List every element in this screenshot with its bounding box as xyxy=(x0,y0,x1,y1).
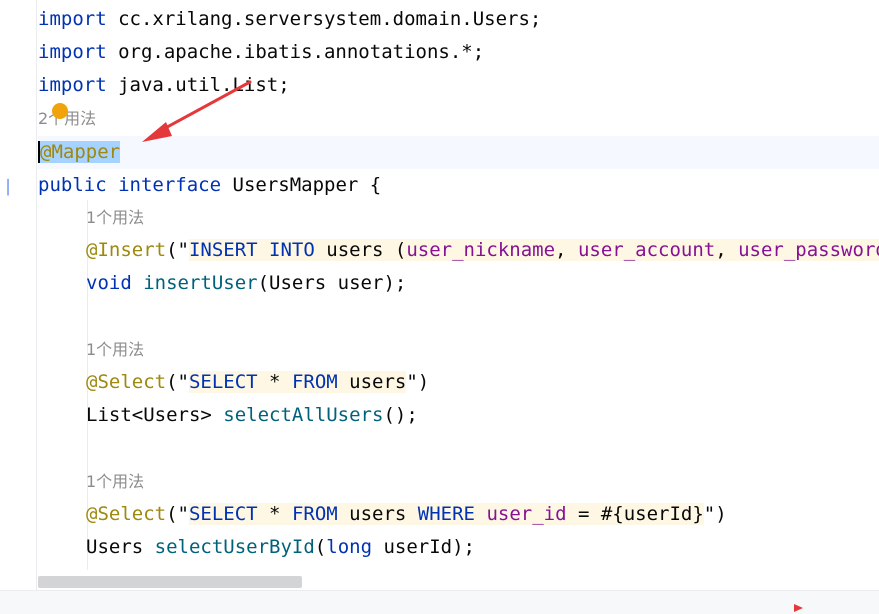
error-indicator-icon[interactable] xyxy=(794,604,803,612)
select-annotation: @Select xyxy=(86,371,167,393)
sql-string: ("INSERT INTO users (user_nickname, user… xyxy=(166,239,879,261)
code-token-col: user_account xyxy=(577,239,716,261)
signature-text: void insertUser(Users user); xyxy=(86,272,406,294)
code-token-sqlkw: WHERE xyxy=(417,503,475,525)
code-token-plain: (); xyxy=(383,404,418,426)
code-token-plain: (Users user); xyxy=(257,272,407,294)
code-token-fn: selectAllUsers xyxy=(223,404,384,426)
import-line-1: import cc.xrilang.serversystem.domain.Us… xyxy=(38,3,541,36)
code-token-plain: (" xyxy=(166,371,189,393)
method-signature: void insertUser(Users user); xyxy=(86,267,406,300)
code-token-sqlkw: SELECT xyxy=(188,503,258,525)
usage-hint-method[interactable]: 1个用法 xyxy=(86,465,144,498)
gutter-divider xyxy=(36,0,37,590)
annotation-line: @Select("SELECT * FROM users") xyxy=(86,366,429,399)
interface-declaration: public interface UsersMapper { xyxy=(38,169,381,202)
sql-string: ("SELECT * FROM users WHERE user_id = #{… xyxy=(166,503,727,525)
usage-hint-method[interactable]: 1个用法 xyxy=(86,201,144,234)
code-token-fn: selectUserById xyxy=(154,536,315,558)
import-path: org.apache.ibatis.annotations.*; xyxy=(118,41,485,63)
code-token-sqlkw: SELECT xyxy=(188,371,258,393)
horizontal-scrollbar[interactable] xyxy=(38,576,302,588)
code-token-plain: users xyxy=(337,503,418,525)
interface-name: UsersMapper xyxy=(232,174,359,196)
public-keyword: public xyxy=(38,174,107,196)
code-token-plain: users ( xyxy=(314,239,407,261)
usage-hint-method[interactable]: 1个用法 xyxy=(86,333,144,366)
import-path: cc.xrilang.serversystem.domain.Users; xyxy=(118,8,542,30)
import-keyword: import xyxy=(38,74,107,96)
code-token-sqlkw: FROM xyxy=(291,503,338,525)
method-signature: List<Users> selectAllUsers(); xyxy=(86,399,418,432)
annotation-line: @Select("SELECT * FROM users WHERE user_… xyxy=(86,498,727,531)
method-signature: Users selectUserById(long userId); xyxy=(86,531,475,564)
sql-string: ("SELECT * FROM users") xyxy=(166,371,429,393)
import-keyword: import xyxy=(38,8,107,30)
code-token-kw: long xyxy=(326,536,373,558)
code-token-plain: List<Users> xyxy=(86,404,224,426)
open-brace: { xyxy=(358,174,382,196)
code-token-sqlkw: FROM xyxy=(291,371,338,393)
code-token-col: user_id xyxy=(486,503,567,525)
interface-keyword: interface xyxy=(118,174,222,196)
code-token-plain xyxy=(474,503,487,525)
bottom-bar xyxy=(0,590,879,614)
implementation-gutter-icon[interactable]: ▕ xyxy=(0,180,8,196)
annotation-line: @Insert("INSERT INTO users (user_nicknam… xyxy=(86,234,879,267)
code-token-plain: Users xyxy=(86,536,155,558)
code-token-plain: ") xyxy=(703,503,727,525)
code-token-plain: * xyxy=(257,371,292,393)
code-token-col: user_password xyxy=(738,239,879,261)
insert-annotation: @Insert xyxy=(86,239,167,261)
code-token-plain: (" xyxy=(166,239,189,261)
import-keyword: import xyxy=(38,41,107,63)
intention-bulb-icon[interactable] xyxy=(52,103,68,119)
code-token-plain: ") xyxy=(406,371,430,393)
signature-text: Users selectUserById(long userId); xyxy=(86,536,475,558)
red-annotation-arrow xyxy=(142,80,252,142)
select-annotation: @Select xyxy=(86,503,167,525)
editor-gutter[interactable]: ▕ xyxy=(0,0,37,590)
code-token-fn: insertUser xyxy=(143,272,258,294)
code-token-sqlkw: INSERT INTO xyxy=(188,239,315,261)
code-token-plain: users xyxy=(337,371,407,393)
code-token-plain: userId); xyxy=(372,536,475,558)
code-token-plain: , xyxy=(555,239,578,261)
signature-text: List<Users> selectAllUsers(); xyxy=(86,404,418,426)
code-token-plain: * xyxy=(257,503,292,525)
code-token-plain: , xyxy=(715,239,739,261)
code-token-col: user_nickname xyxy=(406,239,556,261)
import-line-2: import org.apache.ibatis.annotations.*; xyxy=(38,36,484,69)
code-token-kw: void xyxy=(86,272,132,294)
code-token-plain: ( xyxy=(314,536,327,558)
code-token-plain: (" xyxy=(166,503,189,525)
code-token-plain: = #{userId} xyxy=(566,503,704,525)
